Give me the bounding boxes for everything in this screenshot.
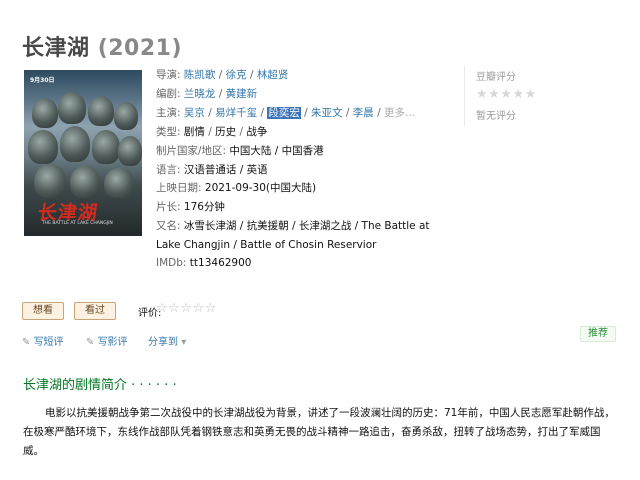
imdb-label: IMDb: bbox=[156, 257, 187, 269]
genre-value: 剧情 bbox=[183, 126, 205, 138]
watched-button[interactable]: 看过 bbox=[74, 302, 116, 320]
genre-value: 历史 bbox=[215, 126, 237, 138]
runtime-label: 片长: bbox=[156, 201, 181, 213]
rating-label: 豆瓣评分 bbox=[476, 72, 516, 83]
poster-figure bbox=[104, 168, 134, 198]
director-row: 导演: 陈凯歌 / 徐克 / 林超贤 bbox=[156, 69, 289, 81]
movie-year: (2021) bbox=[97, 36, 183, 61]
aka-value: 冰雪长津湖 / 抗美援朝 / 长津湖之战 / The Battle at bbox=[183, 220, 430, 232]
language-label: 语言: bbox=[156, 164, 181, 176]
rate-stars[interactable]: ☆☆☆☆☆ bbox=[156, 301, 217, 316]
language-value: 汉语普通话 / 英语 bbox=[183, 164, 268, 176]
cast-link[interactable]: 易烊千玺 bbox=[215, 107, 257, 119]
want-to-watch-button[interactable]: 想看 bbox=[22, 302, 64, 320]
rating-stars: ★★★★★ bbox=[476, 87, 537, 102]
runtime-row: 片长: 176分钟 bbox=[156, 200, 225, 214]
share-label: 分享到 bbox=[148, 337, 178, 348]
poster-figure bbox=[28, 130, 58, 164]
poster-figure bbox=[88, 96, 114, 126]
cast-link-selected[interactable]: 段奕宏 bbox=[267, 107, 301, 119]
writer-link[interactable]: 黄建新 bbox=[226, 88, 258, 100]
aka-label: 又名: bbox=[156, 220, 181, 232]
rating-divider bbox=[464, 66, 465, 126]
region-row: 制片国家/地区: 中国大陆 / 中国香港 bbox=[156, 144, 324, 158]
writer-row: 编剧: 兰晓龙 / 黄建新 bbox=[156, 88, 258, 100]
pencil-icon: ✎ bbox=[86, 337, 98, 348]
region-label: 制片国家/地区: bbox=[156, 145, 227, 157]
write-review-label: 写影评 bbox=[97, 337, 128, 348]
aka-row-continued: Lake Changjin / Battle of Chosin Reservi… bbox=[156, 238, 376, 252]
cast-link[interactable]: 朱亚文 bbox=[311, 107, 343, 119]
comment-icon: ✎ bbox=[22, 337, 34, 348]
cast-label: 主演: bbox=[156, 107, 181, 119]
language-row: 语言: 汉语普通话 / 英语 bbox=[156, 163, 268, 177]
director-label: 导演: bbox=[156, 69, 181, 81]
write-short-review-link[interactable]: ✎ 写短评 bbox=[22, 333, 64, 348]
share-link[interactable]: 分享到 ▾ bbox=[148, 333, 186, 348]
region-value: 中国大陆 / 中国香港 bbox=[229, 145, 324, 157]
poster-date-badge: 9月30日 bbox=[30, 77, 55, 84]
release-label: 上映日期: bbox=[156, 182, 202, 194]
cast-row: 主演: 吴京 / 易烊千玺 / 段奕宏 / 朱亚文 / 李晨 / 更多... bbox=[156, 107, 415, 119]
aka-value-continued: Lake Changjin / Battle of Chosin Reservi… bbox=[156, 239, 377, 251]
chevron-down-icon: ▾ bbox=[181, 337, 187, 348]
imdb-row: IMDb: tt13462900 bbox=[156, 256, 251, 270]
recommend-button[interactable]: 推荐 bbox=[580, 326, 616, 342]
release-row: 上映日期: 2021-09-30(中国大陆) bbox=[156, 181, 316, 195]
runtime-value: 176分钟 bbox=[183, 201, 225, 213]
cast-more-link[interactable]: 更多... bbox=[384, 107, 415, 119]
poster-figure bbox=[118, 136, 142, 166]
writer-link[interactable]: 兰晓龙 bbox=[184, 88, 216, 100]
poster-figure bbox=[92, 130, 120, 164]
page-title: 长津湖 (2021) bbox=[22, 30, 182, 62]
rating-none-text: 暂无评分 bbox=[476, 111, 516, 122]
write-review-link[interactable]: ✎ 写影评 bbox=[86, 333, 128, 348]
release-value: 2021-09-30(中国大陆) bbox=[204, 182, 317, 194]
genre-row: 类型: 剧情 / 历史 / 战争 bbox=[156, 126, 268, 138]
summary-paragraph: 电影以抗美援朝战争第二次战役中的长津湖战役为背景，讲述了一段波澜壮阔的历史：71… bbox=[23, 407, 615, 457]
poster-figure bbox=[114, 102, 138, 130]
summary-heading: 长津湖的剧情简介 · · · · · · bbox=[23, 378, 177, 393]
poster-figure bbox=[58, 92, 86, 124]
write-short-review-label: 写短评 bbox=[33, 337, 64, 348]
genre-value: 战争 bbox=[246, 126, 268, 138]
cast-link[interactable]: 李晨 bbox=[353, 107, 374, 119]
cast-link[interactable]: 吴京 bbox=[184, 107, 205, 119]
genre-label: 类型: bbox=[156, 126, 181, 138]
director-link[interactable]: 徐克 bbox=[226, 69, 247, 81]
poster-figure bbox=[60, 126, 90, 162]
imdb-value: tt13462900 bbox=[189, 257, 252, 269]
poster-figure bbox=[32, 98, 58, 128]
movie-name: 长津湖 bbox=[22, 36, 90, 61]
aka-row: 又名: 冰雪长津湖 / 抗美援朝 / 长津湖之战 / The Battle at bbox=[156, 219, 430, 233]
writer-label: 编剧: bbox=[156, 88, 181, 100]
poster-subtitle: THE BATTLE AT LAKE CHANGJIN bbox=[42, 221, 113, 226]
director-link[interactable]: 林超贤 bbox=[257, 69, 289, 81]
summary-text: 电影以抗美援朝战争第二次战役中的长津湖战役为背景，讲述了一段波澜壮阔的历史：71… bbox=[23, 404, 619, 461]
poster-figure bbox=[34, 164, 66, 198]
director-link[interactable]: 陈凯歌 bbox=[184, 69, 216, 81]
movie-poster[interactable]: 9月30日 长津湖 THE BATTLE AT LAKE CHANGJIN bbox=[24, 70, 142, 236]
poster-figure bbox=[70, 166, 100, 198]
